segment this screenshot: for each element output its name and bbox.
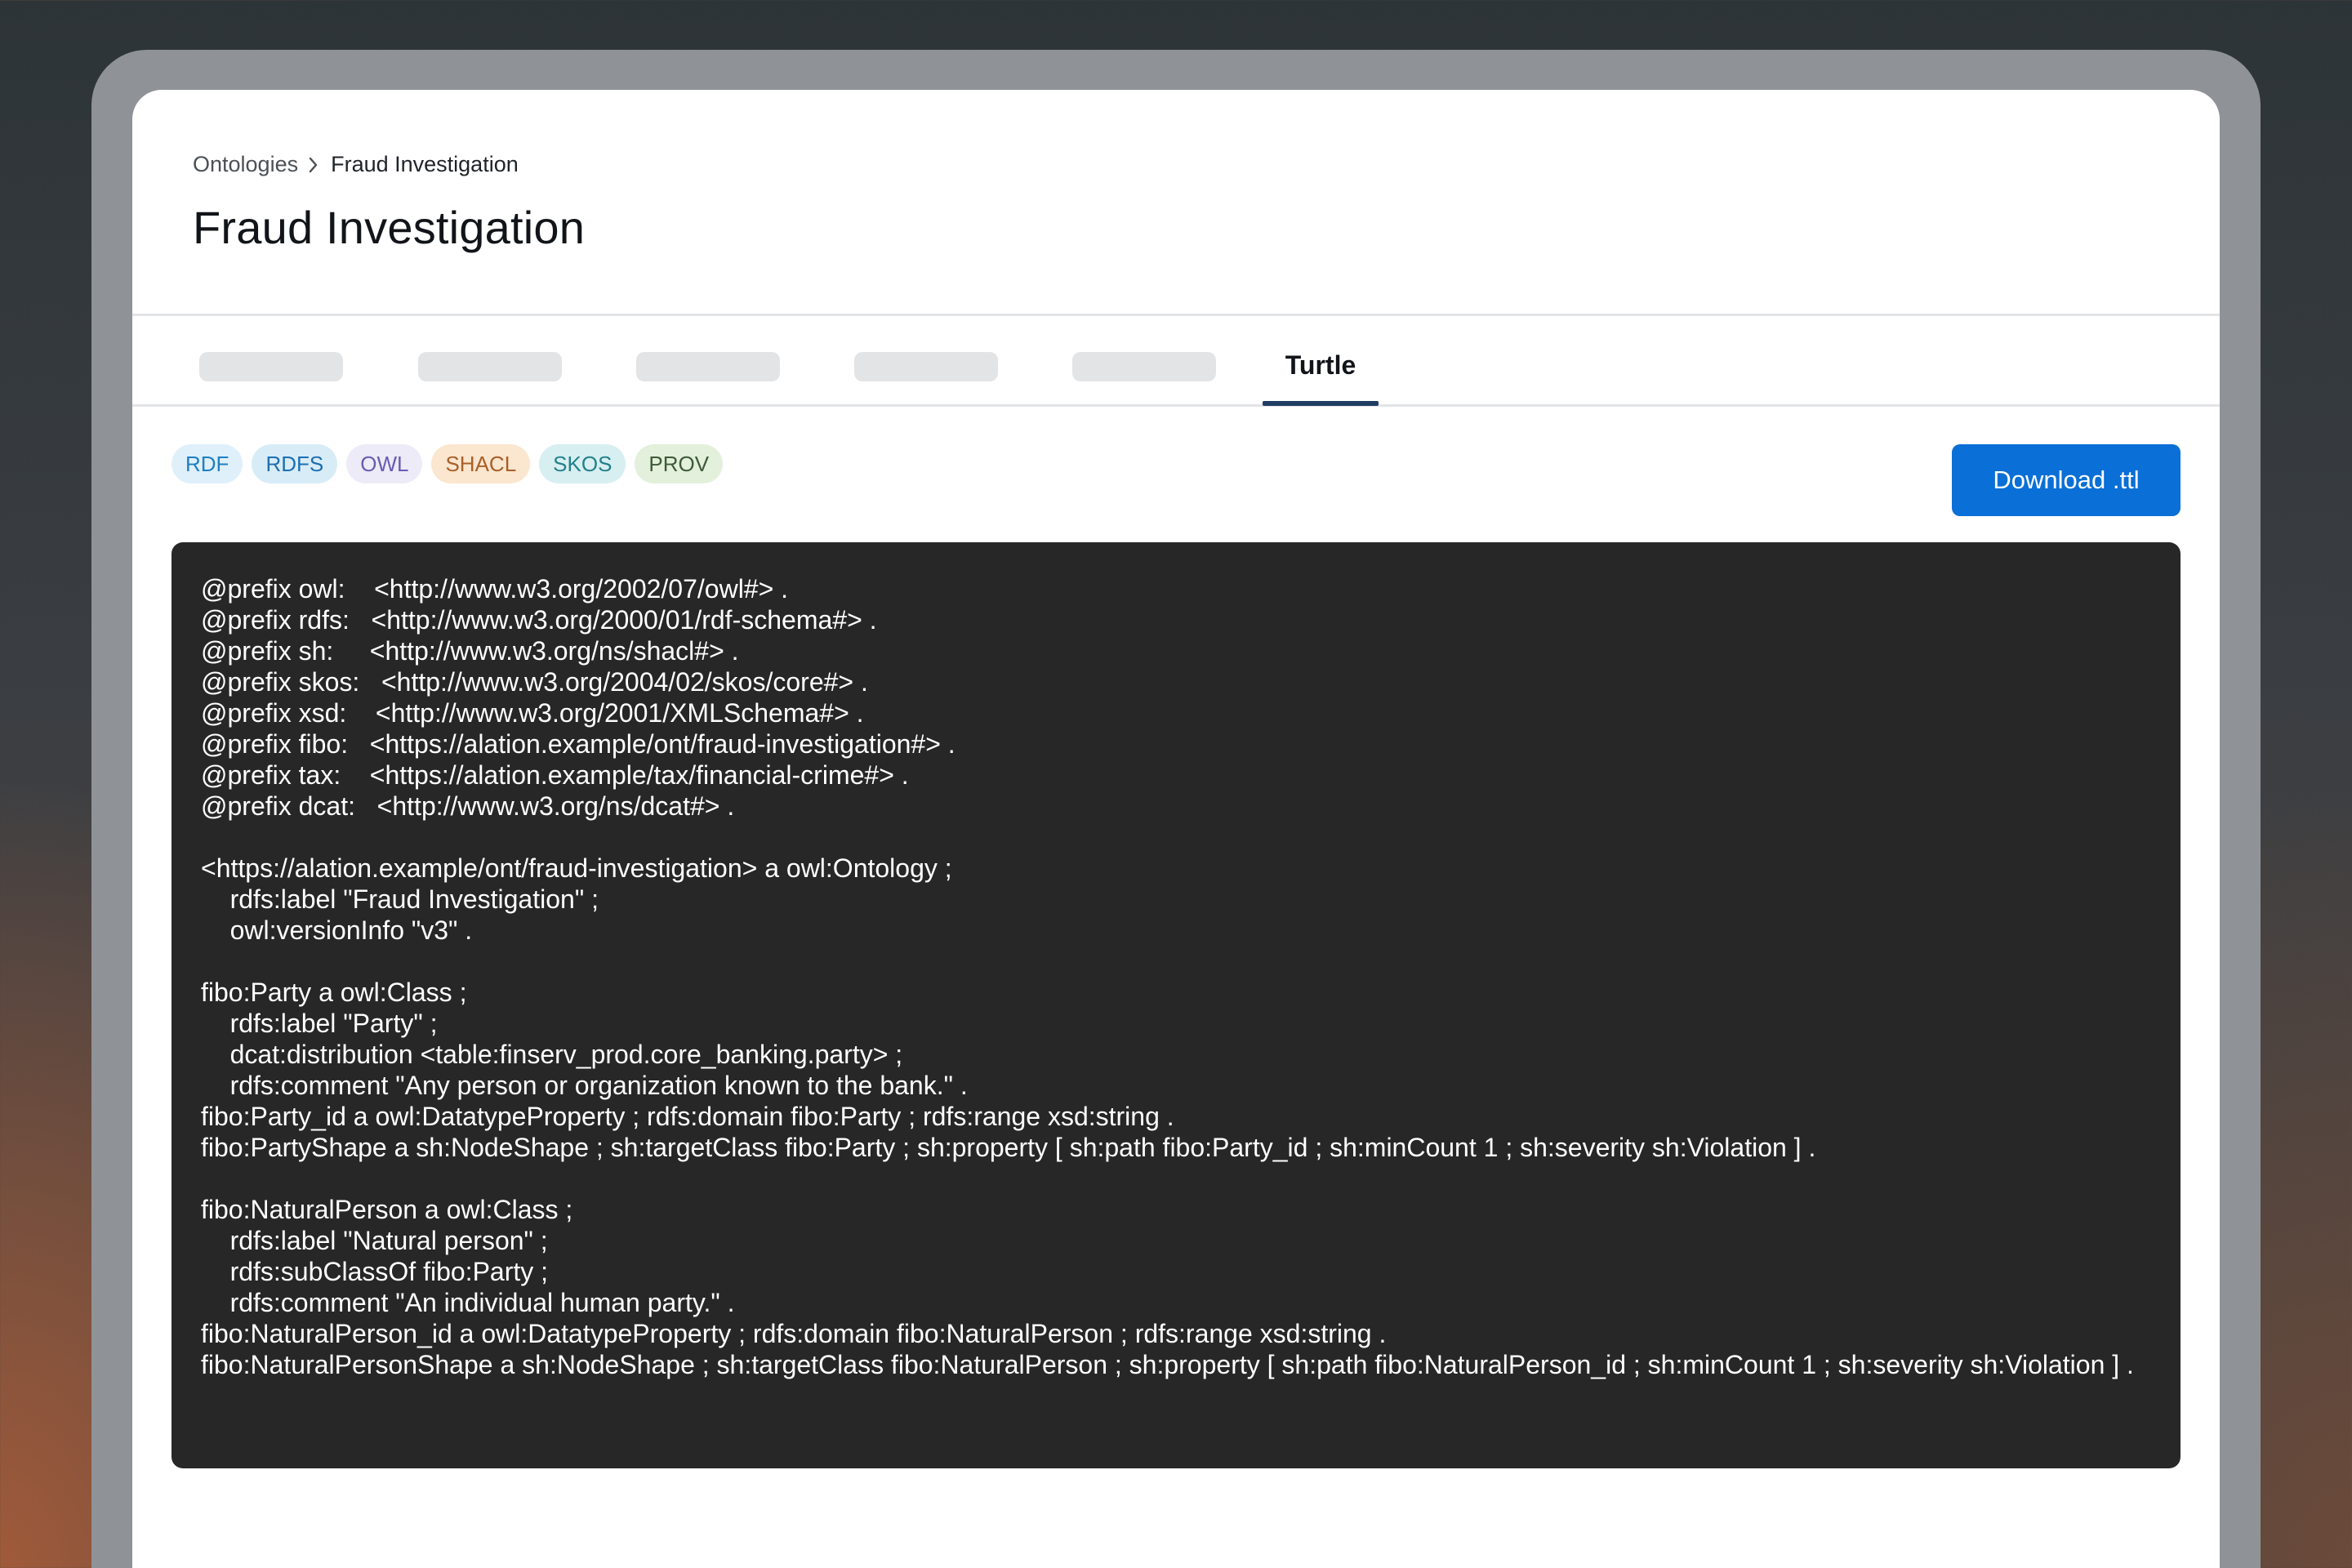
- tab-placeholder[interactable]: [636, 352, 780, 381]
- tab-placeholder[interactable]: [1072, 352, 1216, 381]
- chevron-right-icon: [298, 153, 331, 177]
- vocabulary-badges: RDF RDFS OWL SHACL SKOS PROV: [172, 444, 724, 483]
- breadcrumb-ontologies-link[interactable]: Ontologies: [193, 152, 298, 177]
- active-tab-indicator: [1263, 401, 1379, 406]
- vocab-badge-rdf: RDF: [172, 444, 243, 483]
- breadcrumb-current: Fraud Investigation: [331, 152, 519, 176]
- vocab-badge-skos: SKOS: [539, 444, 626, 483]
- vocab-badge-owl: OWL: [346, 444, 423, 483]
- tab-placeholder[interactable]: [418, 352, 562, 381]
- breadcrumb: Ontologies Fraud Investigation: [193, 152, 519, 177]
- tab-placeholder[interactable]: [199, 352, 343, 381]
- vocab-badge-prov: PROV: [635, 444, 724, 483]
- vocab-badge-shacl: SHACL: [431, 444, 531, 483]
- turtle-source: @prefix owl: <http://www.w3.org/2002/07/…: [201, 574, 2134, 1379]
- tab-placeholder[interactable]: [854, 352, 998, 381]
- tab-bar: Turtle: [132, 316, 2220, 407]
- tab-turtle-label: Turtle: [1285, 350, 1356, 380]
- app-window: Ontologies Fraud Investigation Fraud Inv…: [132, 90, 2220, 1568]
- page-title: Fraud Investigation: [193, 202, 586, 253]
- vocab-badge-rdfs: RDFS: [252, 444, 338, 483]
- turtle-code-viewer[interactable]: @prefix owl: <http://www.w3.org/2002/07/…: [172, 542, 2180, 1468]
- download-ttl-button[interactable]: Download .ttl: [1952, 444, 2180, 516]
- page-header: Ontologies Fraud Investigation Fraud Inv…: [132, 90, 2220, 316]
- tab-turtle[interactable]: Turtle: [1263, 316, 1379, 406]
